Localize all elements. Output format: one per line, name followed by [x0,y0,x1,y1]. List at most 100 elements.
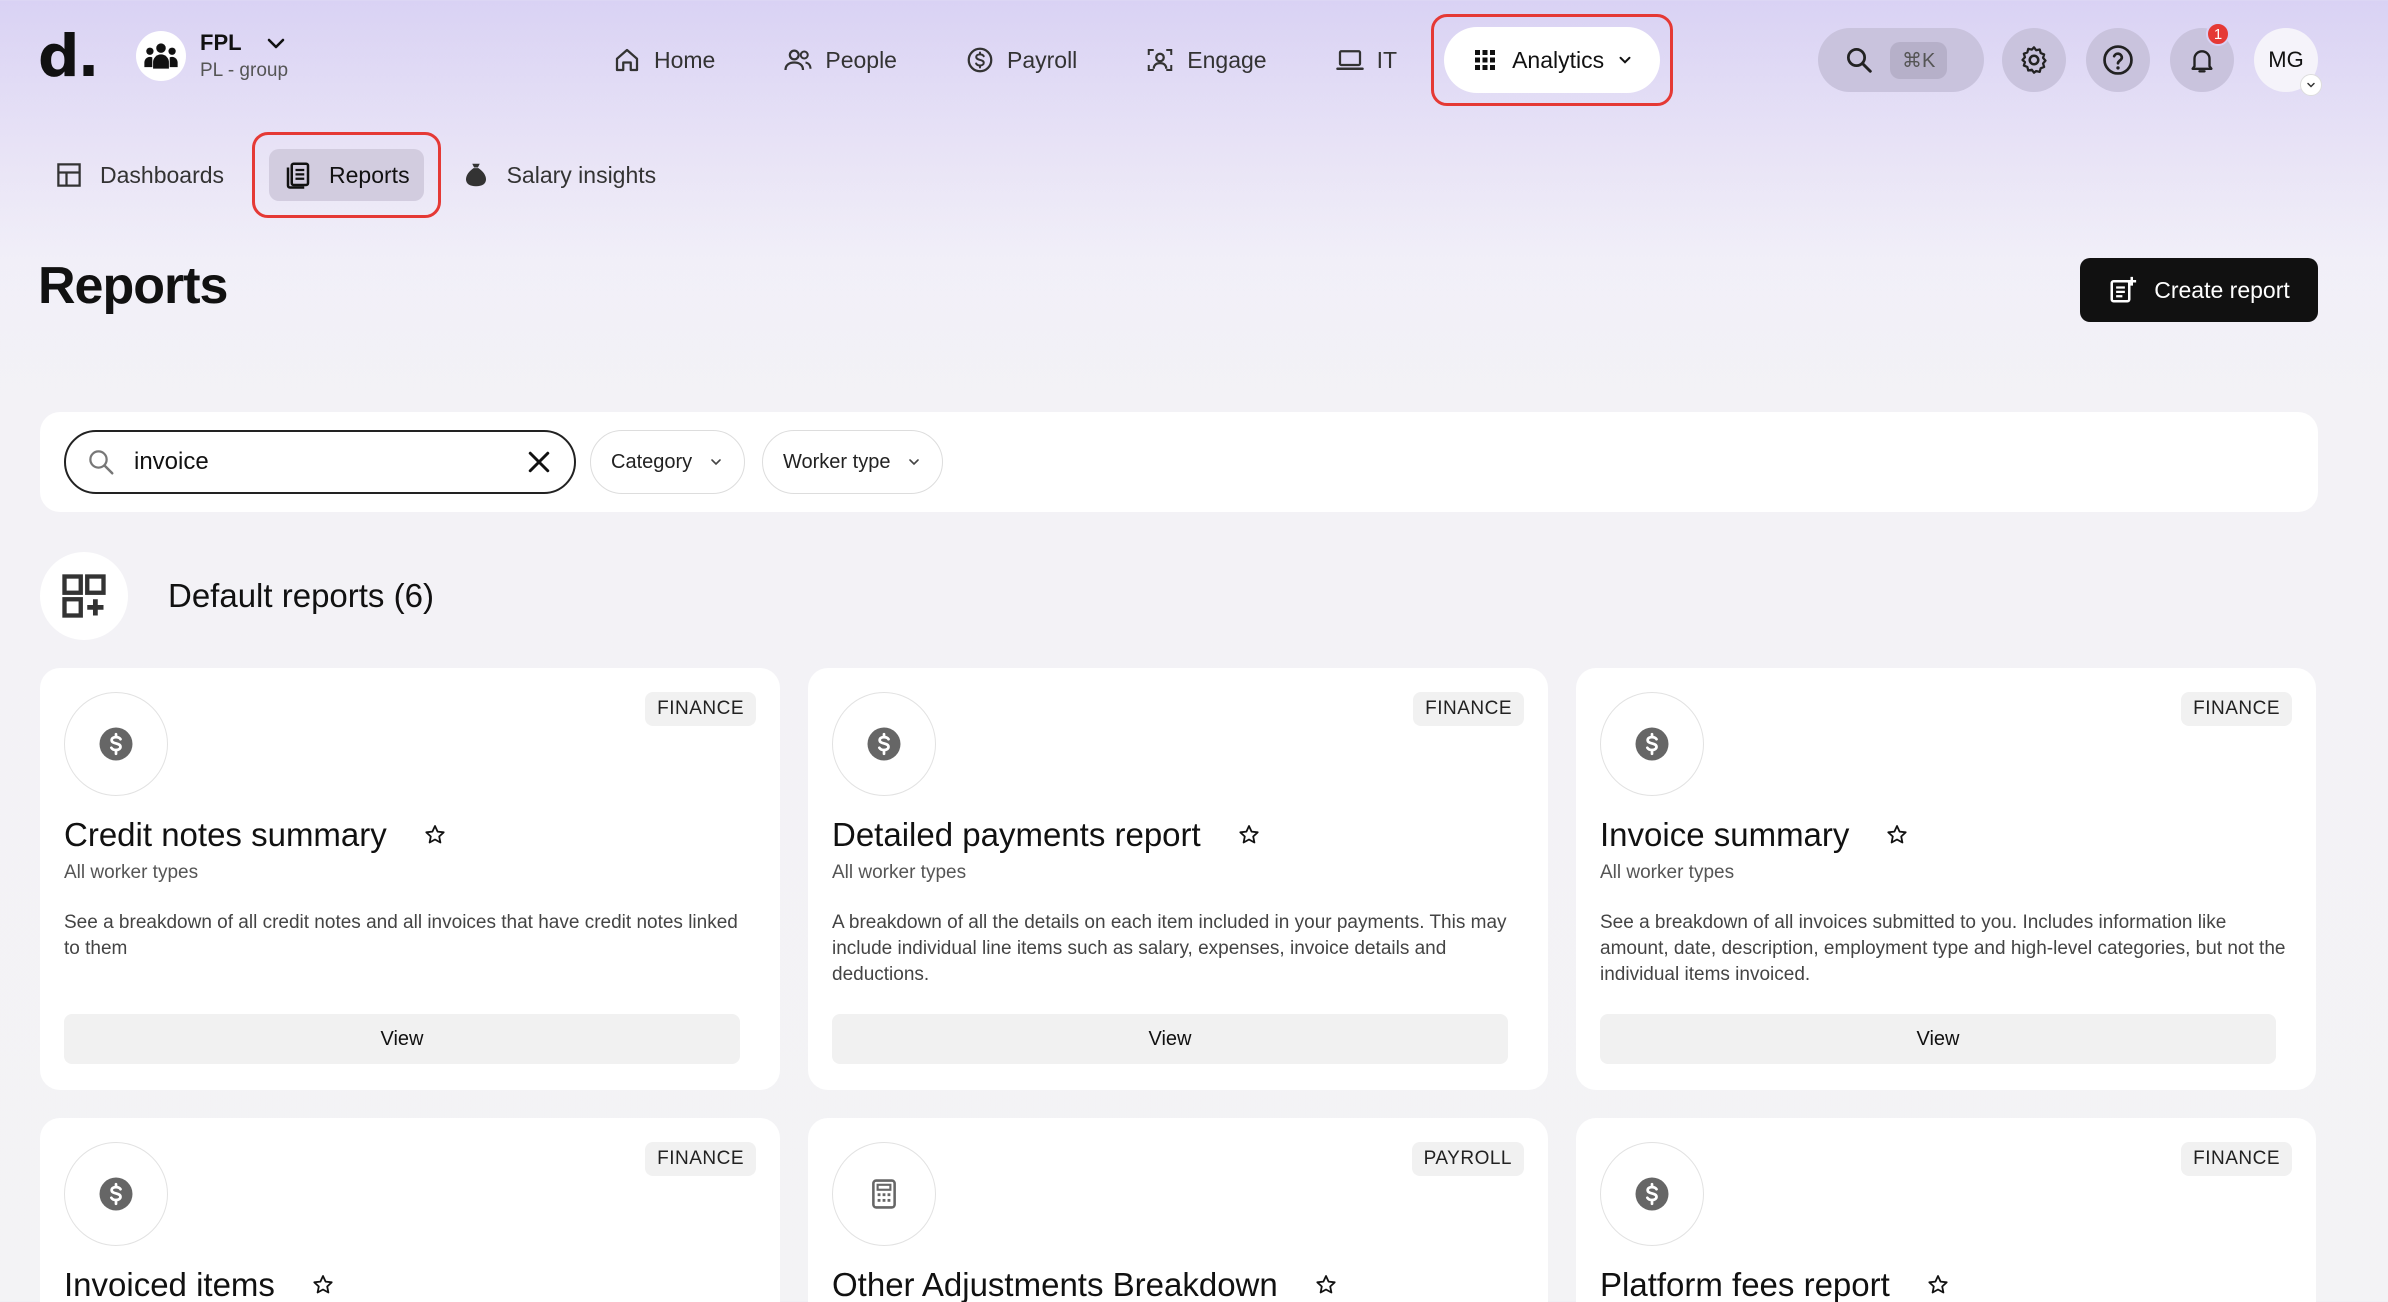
dollar-circle-icon [967,47,993,73]
notifications-button[interactable]: 1 [2170,22,2234,92]
org-switcher[interactable]: FPL PL - group [136,30,288,82]
report-card: FINANCE Platform fees report [1576,1118,2316,1302]
nav-payroll[interactable]: Payroll [931,23,1111,97]
star-icon[interactable] [1237,823,1261,847]
star-icon[interactable] [311,1273,335,1297]
report-card: FINANCE Detailed payments report All wor… [808,668,1548,1090]
report-card: FINANCE Invoiced items [40,1118,780,1302]
nav-it-label: IT [1376,46,1398,73]
card-description: See a breakdown of all invoices submitte… [1600,912,2286,985]
gear-icon [2021,46,2047,74]
report-card: PAYROLL Other Adjustments Breakdown [808,1118,1548,1302]
nav-it[interactable]: IT [1301,23,1431,97]
global-search-button[interactable]: ⌘K [1818,28,1984,92]
chevron-down-icon [2300,74,2322,96]
dollar-icon [64,1142,168,1246]
help-button[interactable] [2086,28,2150,92]
search-shortcut: ⌘K [1890,41,1948,79]
chevron-down-icon [711,459,721,466]
tab-dashboards[interactable]: Dashboards [40,149,246,201]
card-title: Platform fees report [1600,1266,1890,1302]
card-subtitle: All worker types [64,862,199,883]
card-title: Other Adjustments Breakdown [832,1266,1278,1302]
report-search-input[interactable] [134,448,506,476]
money-bag-icon [465,163,486,187]
card-title: Invoiced items [64,1266,275,1302]
people-icon [784,49,812,71]
card-title: Invoice summary [1600,816,1850,853]
analytics-subnav: Dashboards Reports Salary insights [40,132,678,218]
card-subtitle: All worker types [832,862,967,883]
view-button[interactable]: View [64,1014,740,1064]
nav-engage-label: Engage [1187,46,1267,73]
dollar-icon [832,692,936,796]
nav-people-label: People [825,46,897,73]
star-icon[interactable] [1314,1273,1338,1297]
dollar-icon [1600,692,1704,796]
reports-highlight: Reports [252,132,441,218]
analytics-highlight: Analytics [1431,14,1674,106]
notification-badge: 1 [2206,22,2230,46]
card-subtitle: All worker types [1600,862,1735,883]
nav-home-label: Home [654,46,716,73]
dollar-icon [1600,1142,1704,1246]
star-icon[interactable] [1885,823,1909,847]
report-card: FINANCE Credit notes summary All worker … [40,668,780,1090]
deel-logo[interactable]: d. [38,22,100,90]
main-nav: Home People Payroll Engage IT Analytics [578,14,1674,106]
create-report-button[interactable]: Create report [2080,258,2318,322]
tab-reports[interactable]: Reports [269,149,424,201]
user-initials: MG [2268,47,2304,72]
dashboard-icon [57,163,81,187]
filter-bar: Category Worker type [40,412,2318,512]
card-title: Credit notes summary [64,816,387,853]
user-menu[interactable]: MG [2254,28,2322,96]
grid-icon [1475,50,1496,70]
report-search [64,430,576,494]
category-tag: FINANCE [2181,692,2292,726]
top-bar: d. FPL PL - group Home People Payroll En… [0,0,2388,120]
widgets-add-icon [40,552,128,640]
nav-home[interactable]: Home [578,23,749,97]
section-title: Default reports (6) [168,577,434,614]
nav-analytics[interactable]: Analytics [1444,27,1661,93]
category-filter-label: Category [611,450,693,473]
view-button[interactable]: View [1600,1014,2276,1064]
org-name: FPL [200,30,242,55]
clear-search-icon[interactable] [524,447,554,477]
default-reports-header: Default reports (6) [40,552,434,640]
category-tag: FINANCE [645,1142,756,1176]
group-icon [136,31,186,81]
card-description: A breakdown of all the details on each i… [832,912,1507,985]
nav-analytics-label: Analytics [1512,46,1605,73]
view-button[interactable]: View [832,1014,1508,1064]
tab-salary-insights-label: Salary insights [506,161,657,188]
org-subtitle: PL - group [200,60,289,81]
worker-type-filter-label: Worker type [783,450,891,473]
add-report-icon [2110,276,2137,303]
nav-people[interactable]: People [749,23,931,97]
tab-salary-insights[interactable]: Salary insights [447,149,679,201]
bell-icon [2191,50,2213,73]
category-tag: FINANCE [645,692,756,726]
category-filter[interactable]: Category [590,430,746,494]
page-title: Reports [38,257,228,315]
tab-reports-label: Reports [329,161,410,188]
report-card: FINANCE Invoice summary All worker types… [1576,668,2316,1090]
category-tag: FINANCE [1413,692,1524,726]
chevron-down-icon [909,459,920,466]
calculator-icon [832,1142,936,1246]
star-icon[interactable] [1926,1273,1950,1297]
nav-payroll-label: Payroll [1006,46,1078,73]
laptop-icon [1335,50,1364,70]
search-icon [89,450,114,475]
create-report-label: Create report [2154,276,2290,303]
nav-engage[interactable]: Engage [1111,23,1300,97]
card-description: See a breakdown of all credit notes and … [64,912,738,959]
worker-type-filter[interactable]: Worker type [762,430,944,494]
settings-button[interactable] [2002,28,2066,92]
reports-icon [286,162,310,189]
star-icon[interactable] [423,823,447,847]
home-icon [615,48,639,72]
help-icon [2103,45,2133,75]
